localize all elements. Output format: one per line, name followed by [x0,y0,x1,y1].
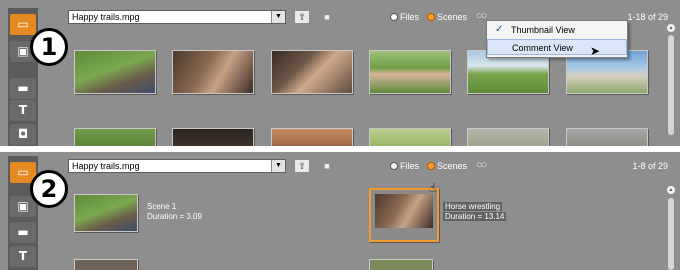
scrollbar[interactable] [668,35,674,135]
file-select[interactable]: Happy trails.mpg ▼ [68,159,286,173]
scrollbar[interactable] [668,198,674,270]
scene-thumbnail[interactable] [172,50,254,94]
scroll-up-icon[interactable]: ▲ [667,186,675,194]
scene-comment: Horse wrestling Duration = 13.14 [443,202,507,222]
range-count: 1-18 of 29 [627,12,668,22]
camera-icon[interactable]: ◘ [10,124,36,145]
radio-files-label: Files [400,161,420,171]
clapper-folder-icon[interactable]: ▭ [10,14,36,35]
scene-thumbnail[interactable] [566,128,648,148]
scene-thumbnail[interactable] [74,259,138,270]
scene-duration: Duration = 3.09 [147,212,202,221]
album-panel-thumbnail-view: ▭ ▣ ▬ T ◘ 1 Happy trails.mpg ▼ ⇧ ■ Files… [0,0,680,148]
titles-icon[interactable]: ▬ [10,222,36,243]
radio-files[interactable]: Files [390,11,419,23]
file-select[interactable]: Happy trails.mpg ▼ [68,10,286,24]
radio-scenes[interactable]: Scenes [427,11,467,23]
radio-files-dot[interactable] [390,13,398,21]
menu-item-comment-view[interactable]: Comment View [487,39,627,55]
radio-scenes-label: Scenes [437,161,468,171]
radio-files-label: Files [400,12,420,22]
scene-thumbnail[interactable] [467,128,549,148]
scene-title: Horse wrestling [443,202,503,211]
radio-scenes-dot[interactable] [427,162,435,170]
checkmark-icon: ✓ [495,24,504,35]
file-select-value: Happy trails.mpg [72,161,140,171]
radio-files-dot[interactable] [390,162,398,170]
mouse-pointer-icon: ➤ [590,44,601,58]
scene-thumbnail[interactable] [271,128,353,148]
radio-files[interactable]: Files [390,160,419,172]
album-panel-comment-view: ▭ ▣ ▬ T 2 Happy trails.mpg ▼ ⇧ ■ Files S… [0,152,680,270]
scene-thumbnail[interactable] [74,128,156,148]
scene-thumbnail[interactable] [74,194,138,232]
sidebar: ▭ ▣ ▬ T ◘ [8,8,38,148]
range-count: 1-8 of 29 [632,161,668,171]
scene-thumbnail[interactable] [369,50,451,94]
scene-duration: Duration = 13.14 [443,212,507,221]
up-folder-icon[interactable]: ⇧ [295,11,309,23]
scene-thumbnail[interactable] [369,259,433,270]
menu-item-comment-view-label: Comment View [512,43,573,53]
titles-icon[interactable]: ▬ [10,78,36,99]
file-select-value: Happy trails.mpg [72,12,140,22]
view-mode-icon[interactable]: ○○ [476,159,487,171]
hand-pointer-icon: ☝ [429,181,437,195]
scene-thumbnail-selected[interactable] [369,188,439,242]
scene-comment: Scene 1 Duration = 3.09 [147,202,202,222]
radio-scenes-dot[interactable] [427,13,435,21]
folder-icon[interactable]: ■ [320,160,334,172]
menu-item-thumbnail-view-label: Thumbnail View [511,25,575,35]
scroll-up-icon[interactable]: ▲ [667,24,675,32]
scene-thumbnail[interactable] [172,128,254,148]
chevron-down-icon[interactable]: ▼ [271,11,285,23]
scene-title: Scene 1 [147,202,177,211]
view-mode-menu: ✓ Thumbnail View Comment View [486,20,628,58]
view-mode-icon[interactable]: ○○ [476,10,487,22]
scene-thumbnail[interactable] [74,50,156,94]
up-folder-icon[interactable]: ⇧ [295,160,309,172]
scene-thumbnail[interactable] [271,50,353,94]
sidebar: ▭ ▣ ▬ T [8,156,38,270]
text-icon[interactable]: T [10,246,36,267]
scene-thumbnail-image [375,194,433,228]
text-icon[interactable]: T [10,100,36,121]
radio-scenes[interactable]: Scenes [427,160,467,172]
menu-item-thumbnail-view[interactable]: ✓ Thumbnail View [487,22,627,38]
scene-thumbnail[interactable] [369,128,451,148]
folder-icon[interactable]: ■ [320,11,334,23]
step-number-badge: 2 [30,170,68,208]
chevron-down-icon[interactable]: ▼ [271,160,285,172]
radio-scenes-label: Scenes [437,12,468,22]
step-number-badge: 1 [30,28,68,66]
